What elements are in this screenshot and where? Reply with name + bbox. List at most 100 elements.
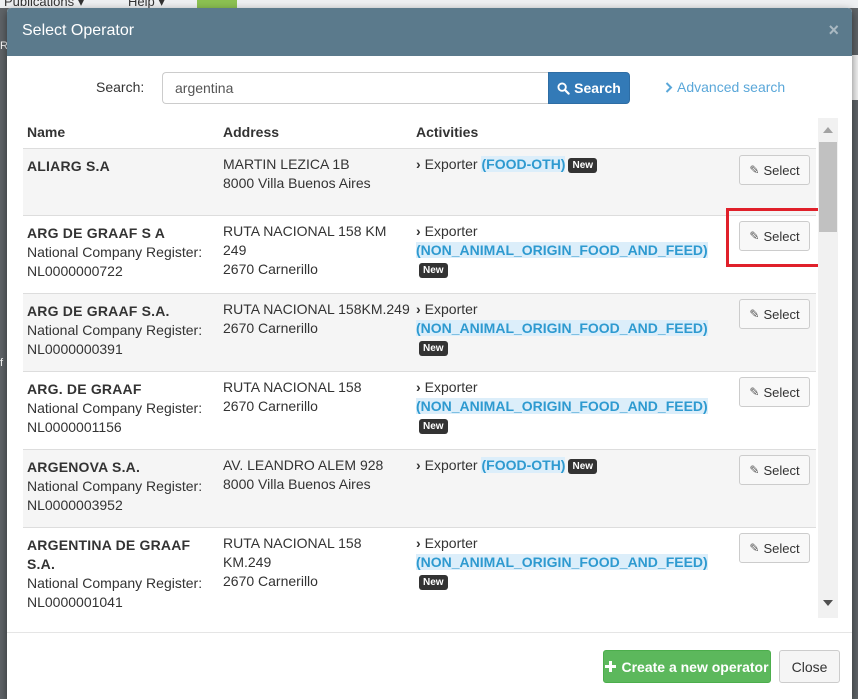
operator-name-cell: ARG DE GRAAF S.A. National Company Regis… [27,302,217,359]
address-line-1: RUTA NACIONAL 158KM.249 [223,301,410,317]
chevron-right-icon: › [416,457,421,473]
operator-name-cell: ALIARG S.A [27,157,217,176]
advanced-search-link[interactable]: Advanced search [665,79,785,95]
select-button-label: Select [763,540,800,556]
background-text-fragment: f [0,357,4,369]
new-badge: New [568,158,598,173]
modal-header: Select Operator × [7,8,852,56]
operator-activities-cell: › Exporter (NON_ANIMAL_ORIGIN_FOOD_AND_FE… [416,222,736,279]
operator-register: National Company Register: NL0000000722 [27,244,203,279]
scroll-up-arrow-icon[interactable] [823,127,833,133]
activity-label: Exporter [424,223,478,239]
address-line-2: 2670 Carnerillo [223,398,318,414]
background-menubar: Publications ▾ Help ▾ [0,0,858,9]
activity-label: Exporter [424,535,478,551]
activity-label: Exporter [424,156,478,172]
activity-code: (FOOD-OTH) [481,156,566,172]
operator-address-cell: RUTA NACIONAL 158 2670 Carnerillo [223,378,413,416]
activity-code: (FOOD-OTH) [481,457,566,473]
operator-register: National Company Register: NL0000003952 [27,478,203,513]
table-row: ARG DE GRAAF S.A. National Company Regis… [23,293,816,371]
operator-activities-cell: › Exporter (FOOD-OTH) New [416,456,736,475]
address-line-2: 8000 Villa Buenos Aires [223,175,371,191]
scrollbar-thumb[interactable] [819,142,837,232]
advanced-search-label: Advanced search [677,79,786,95]
address-line-2: 2670 Carnerillo [223,573,318,589]
chevron-right-icon: › [416,223,421,239]
address-line-2: 8000 Villa Buenos Aires [223,476,371,492]
operator-register: National Company Register: NL0000000391 [27,322,203,357]
select-button-label: Select [763,462,800,478]
operator-activities-cell: › Exporter (NON_ANIMAL_ORIGIN_FOOD_AND_FE… [416,378,736,435]
address-line-2: 2670 Carnerillo [223,320,318,336]
edit-icon: ✎ [749,163,760,177]
edit-icon: ✎ [749,229,760,243]
chevron-right-icon: › [416,535,421,551]
operator-name-cell: ARGENTINA DE GRAAF S.A. National Company… [27,536,217,612]
table-row: ARG. DE GRAAF National Company Register:… [23,371,816,449]
operator-table: Name Address Activities ALIARG S.A MARTI… [23,118,838,618]
scroll-down-arrow-icon[interactable] [823,600,833,606]
select-button[interactable]: ✎ Select [739,221,810,251]
close-button-label: Close [791,658,828,675]
address-line-2: 2670 Carnerillo [223,261,318,277]
modal-title: Select Operator [22,22,135,39]
activity-code: (NON_ANIMAL_ORIGIN_FOOD_AND_FEED) [416,398,708,414]
operator-name-cell: ARG. DE GRAAF National Company Register:… [27,380,217,437]
search-button[interactable]: Search [548,72,630,104]
close-icon[interactable]: × [828,20,839,41]
select-button[interactable]: ✎ Select [739,533,810,563]
new-badge: New [419,263,448,278]
operator-name-cell: ARGENOVA S.A. National Company Register:… [27,458,217,515]
chevron-right-icon: › [416,156,421,172]
activity-code: (NON_ANIMAL_ORIGIN_FOOD_AND_FEED) [416,320,708,336]
search-label: Search: [96,79,145,95]
activity-label: Exporter [424,301,478,317]
select-button-label: Select [763,162,800,178]
select-button[interactable]: ✎ Select [739,377,810,407]
new-badge: New [419,419,448,434]
select-button-label: Select [763,228,800,244]
create-operator-button[interactable]: Create a new operator [603,650,771,683]
operator-address-cell: RUTA NACIONAL 158 KM.249 2670 Carnerillo [223,534,413,591]
operator-name-cell: ARG DE GRAAF S A National Company Regist… [27,224,217,281]
chevron-right-icon: › [416,301,421,317]
column-header-address: Address [223,124,280,140]
operator-address-cell: MARTIN LEZICA 1B 8000 Villa Buenos Aires [223,155,413,193]
select-button[interactable]: ✎ Select [739,155,810,185]
table-scrollbar[interactable] [818,118,838,618]
modal-footer-divider [7,632,852,633]
new-badge: New [568,459,598,474]
select-button-label: Select [763,384,800,400]
close-button[interactable]: Close [779,650,840,683]
operator-register: National Company Register: NL0000001156 [27,400,203,435]
table-row: ARG DE GRAAF S A National Company Regist… [23,208,821,293]
table-row: ARGENTINA DE GRAAF S.A. National Company… [23,527,816,618]
operator-register: National Company Register: NL0000001041 [27,575,203,610]
edit-icon: ✎ [749,385,760,399]
operator-address-cell: RUTA NACIONAL 158 KM 249 2670 Carnerillo [223,222,413,279]
create-operator-label: Create a new operator [621,658,769,675]
operator-address-cell: AV. LEANDRO ALEM 928 8000 Villa Buenos A… [223,456,413,494]
select-button[interactable]: ✎ Select [739,299,810,329]
edit-icon: ✎ [749,307,760,321]
activity-label: Exporter [424,457,478,473]
table-row: ALIARG S.A MARTIN LEZICA 1B 8000 Villa B… [23,148,816,215]
select-button-label: Select [763,306,800,322]
column-header-name: Name [27,124,66,140]
new-badge: New [419,341,448,356]
search-icon [557,81,570,95]
operator-name: ALIARG S.A [27,158,110,174]
address-line-1: RUTA NACIONAL 158 KM 249 [223,223,387,258]
edit-icon: ✎ [749,541,760,555]
operator-name: ARGENTINA DE GRAAF S.A. [27,537,191,572]
select-button[interactable]: ✎ Select [739,455,810,485]
address-line-1: RUTA NACIONAL 158 [223,379,362,395]
operator-name: ARGENOVA S.A. [27,459,141,475]
search-input[interactable] [162,72,549,104]
chevron-right-icon: › [416,379,421,395]
activity-label: Exporter [424,379,478,395]
activity-code: (NON_ANIMAL_ORIGIN_FOOD_AND_FEED) [416,242,708,258]
search-button-label: Search [574,80,621,96]
background-green-button [197,0,237,8]
